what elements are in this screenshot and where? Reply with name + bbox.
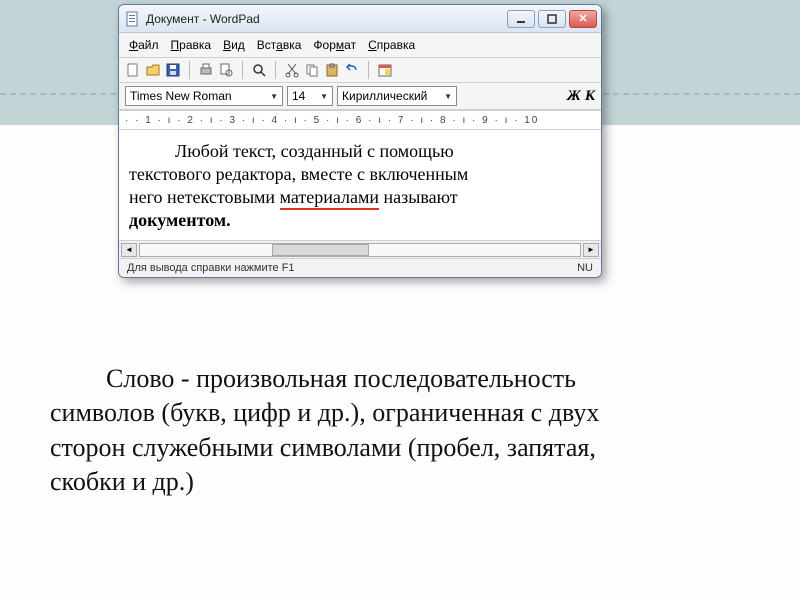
copy-icon[interactable]: [304, 62, 320, 78]
charset-combo[interactable]: Кириллический ▼: [337, 86, 457, 106]
charset-value: Кириллический: [342, 89, 427, 103]
doc-text: текстового редактора, вместе с включенны…: [129, 164, 468, 184]
italic-button[interactable]: К: [585, 88, 595, 105]
menu-format[interactable]: Формат: [309, 36, 360, 54]
scroll-right-button[interactable]: ►: [583, 243, 599, 257]
menu-file[interactable]: Файл: [125, 36, 163, 54]
status-indicator: NU: [577, 262, 593, 274]
caption-line: символов (букв, цифр и др.), ограниченна…: [50, 398, 599, 427]
menu-edit[interactable]: Правка: [167, 36, 216, 54]
new-icon[interactable]: [125, 62, 141, 78]
slide-caption: Слово - произвольная последовательность …: [50, 362, 750, 499]
menu-help[interactable]: Справка: [364, 36, 419, 54]
caption-line: Слово - произвольная последовательность: [106, 364, 576, 393]
open-icon[interactable]: [145, 62, 161, 78]
chevron-down-icon: ▼: [270, 92, 278, 101]
font-name-combo[interactable]: Times New Roman ▼: [125, 86, 283, 106]
menu-view[interactable]: Вид: [219, 36, 249, 54]
standard-toolbar: [119, 58, 601, 83]
chevron-down-icon: ▼: [320, 92, 328, 101]
chevron-down-icon: ▼: [444, 92, 452, 101]
cut-icon[interactable]: [284, 62, 300, 78]
doc-text: него нетекстовыми: [129, 187, 280, 207]
doc-text-bold: документом.: [129, 210, 231, 230]
status-hint: Для вывода справки нажмите F1: [127, 262, 295, 274]
toolbar-separator: [189, 61, 190, 79]
document-area[interactable]: Любой текст, созданный с помощью текстов…: [119, 130, 601, 240]
toolbar-separator: [275, 61, 276, 79]
find-icon[interactable]: [251, 62, 267, 78]
wordpad-window: Документ - WordPad ✕ Файл Правка Вид Вст…: [118, 4, 602, 278]
doc-text-underlined: материалами: [280, 187, 379, 210]
toolbar-separator: [368, 61, 369, 79]
print-icon[interactable]: [198, 62, 214, 78]
toolbar-separator: [242, 61, 243, 79]
menu-insert[interactable]: Вставка: [253, 36, 306, 54]
maximize-button[interactable]: [538, 10, 566, 28]
paste-icon[interactable]: [324, 62, 340, 78]
statusbar: Для вывода справки нажмите F1 NU: [119, 258, 601, 277]
window-title: Документ - WordPad: [146, 12, 504, 26]
titlebar[interactable]: Документ - WordPad ✕: [119, 5, 601, 33]
app-icon: [125, 11, 141, 27]
bold-button[interactable]: Ж: [567, 88, 581, 105]
scroll-thumb[interactable]: [272, 244, 369, 256]
doc-text: Любой текст, созданный с помощью: [175, 141, 454, 161]
caption-line: сторон служебными символами (пробел, зап…: [50, 433, 596, 462]
font-size-combo[interactable]: 14 ▼: [287, 86, 333, 106]
save-icon[interactable]: [165, 62, 181, 78]
minimize-button[interactable]: [507, 10, 535, 28]
print-preview-icon[interactable]: [218, 62, 234, 78]
undo-icon[interactable]: [344, 62, 360, 78]
font-name-value: Times New Roman: [130, 89, 232, 103]
caption-line: скобки и др.): [50, 467, 194, 496]
datetime-icon[interactable]: [377, 62, 393, 78]
scroll-left-button[interactable]: ◄: [121, 243, 137, 257]
format-toolbar: Times New Roman ▼ 14 ▼ Кириллический ▼ Ж…: [119, 83, 601, 110]
doc-text: называют: [379, 187, 458, 207]
menubar: Файл Правка Вид Вставка Формат Справка: [119, 33, 601, 58]
font-size-value: 14: [292, 89, 305, 103]
ruler[interactable]: · · 1 · ı · 2 · ı · 3 · ı · 4 · ı · 5 · …: [119, 110, 601, 130]
scroll-track[interactable]: [139, 243, 581, 257]
horizontal-scrollbar[interactable]: ◄ ►: [119, 240, 601, 258]
close-button[interactable]: ✕: [569, 10, 597, 28]
